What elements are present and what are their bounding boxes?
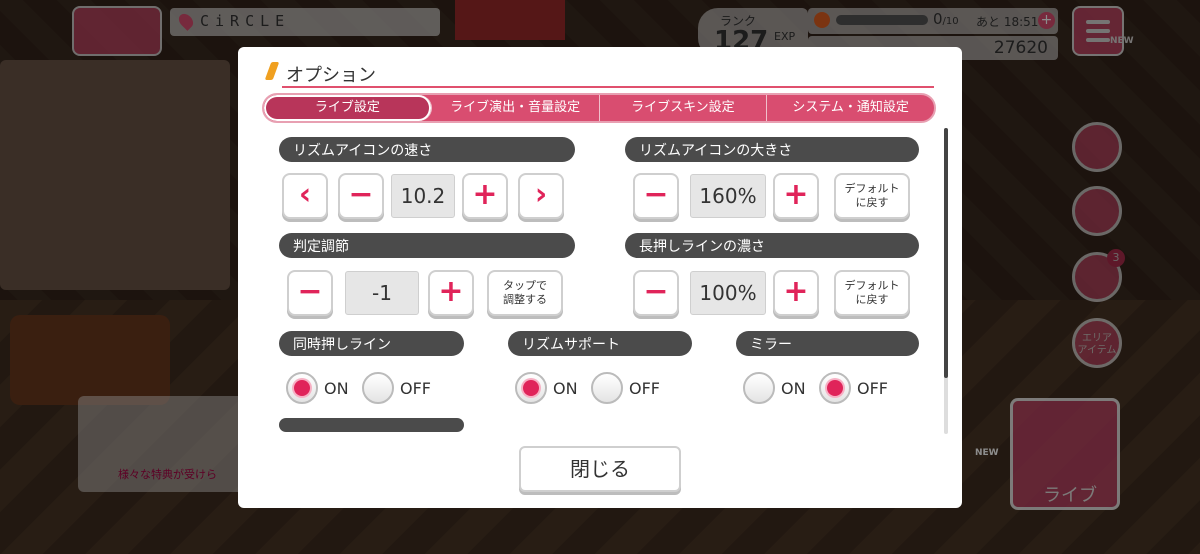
radio-dot xyxy=(591,372,623,404)
tap-adjust-button[interactable]: タップで 調整する xyxy=(487,270,563,316)
scrollbar-thumb[interactable] xyxy=(944,128,948,378)
simultaneous-line-label: 同時押しライン xyxy=(279,331,464,356)
title-underline xyxy=(282,86,934,88)
tab-live-settings[interactable]: ライブ設定 xyxy=(264,95,432,121)
support-on-radio[interactable]: ON xyxy=(515,371,578,405)
simultaneous-on-radio[interactable]: ON xyxy=(286,371,349,405)
radio-dot xyxy=(819,372,851,404)
speed-value: 10.2 xyxy=(391,174,455,218)
long-value: 100% xyxy=(690,271,766,315)
next-setting-label-clipped xyxy=(279,418,464,432)
size-value: 160% xyxy=(690,174,766,218)
speed-prev-button[interactable]: ‹ xyxy=(282,173,328,219)
judge-adjust-label: 判定調節 xyxy=(279,233,575,258)
judge-minus-button[interactable]: − xyxy=(287,270,333,316)
speed-minus-button[interactable]: − xyxy=(338,173,384,219)
size-default-button[interactable]: デフォルト に戻す xyxy=(834,173,910,219)
judge-plus-button[interactable]: + xyxy=(428,270,474,316)
long-plus-button[interactable]: + xyxy=(773,270,819,316)
radio-label: ON xyxy=(324,378,349,398)
speed-next-button[interactable]: › xyxy=(518,173,564,219)
long-default-button[interactable]: デフォルト に戻す xyxy=(834,270,910,316)
tab-live-effects-volume[interactable]: ライブ演出・音量設定 xyxy=(432,95,600,121)
rhythm-speed-label: リズムアイコンの速さ xyxy=(279,137,575,162)
rhythm-support-label: リズムサポート xyxy=(508,331,692,356)
radio-label: OFF xyxy=(857,378,888,398)
radio-label: OFF xyxy=(629,378,660,398)
support-off-radio[interactable]: OFF xyxy=(591,371,660,405)
mirror-off-radio[interactable]: OFF xyxy=(819,371,888,405)
radio-label: OFF xyxy=(400,378,431,398)
size-plus-button[interactable]: + xyxy=(773,173,819,219)
close-button[interactable]: 閉じる xyxy=(519,446,681,492)
long-minus-button[interactable]: − xyxy=(633,270,679,316)
radio-dot xyxy=(286,372,318,404)
radio-label: ON xyxy=(553,378,578,398)
long-press-label: 長押しラインの濃さ xyxy=(625,233,919,258)
mirror-label: ミラー xyxy=(736,331,919,356)
rhythm-size-label: リズムアイコンの大きさ xyxy=(625,137,919,162)
option-tabs: ライブ設定 ライブ演出・音量設定 ライブスキン設定 システム・通知設定 xyxy=(262,93,936,123)
mirror-on-radio[interactable]: ON xyxy=(743,371,806,405)
radio-dot xyxy=(515,372,547,404)
dialog-title: オプション xyxy=(286,65,376,86)
simultaneous-off-radio[interactable]: OFF xyxy=(362,371,431,405)
tab-system-notification[interactable]: システム・通知設定 xyxy=(767,95,934,121)
radio-dot xyxy=(743,372,775,404)
radio-dot xyxy=(362,372,394,404)
speed-plus-button[interactable]: + xyxy=(462,173,508,219)
tab-live-skin[interactable]: ライブスキン設定 xyxy=(600,95,768,121)
radio-label: ON xyxy=(781,378,806,398)
judge-value: -1 xyxy=(345,271,419,315)
options-scrollbar[interactable] xyxy=(944,128,948,434)
size-minus-button[interactable]: − xyxy=(633,173,679,219)
